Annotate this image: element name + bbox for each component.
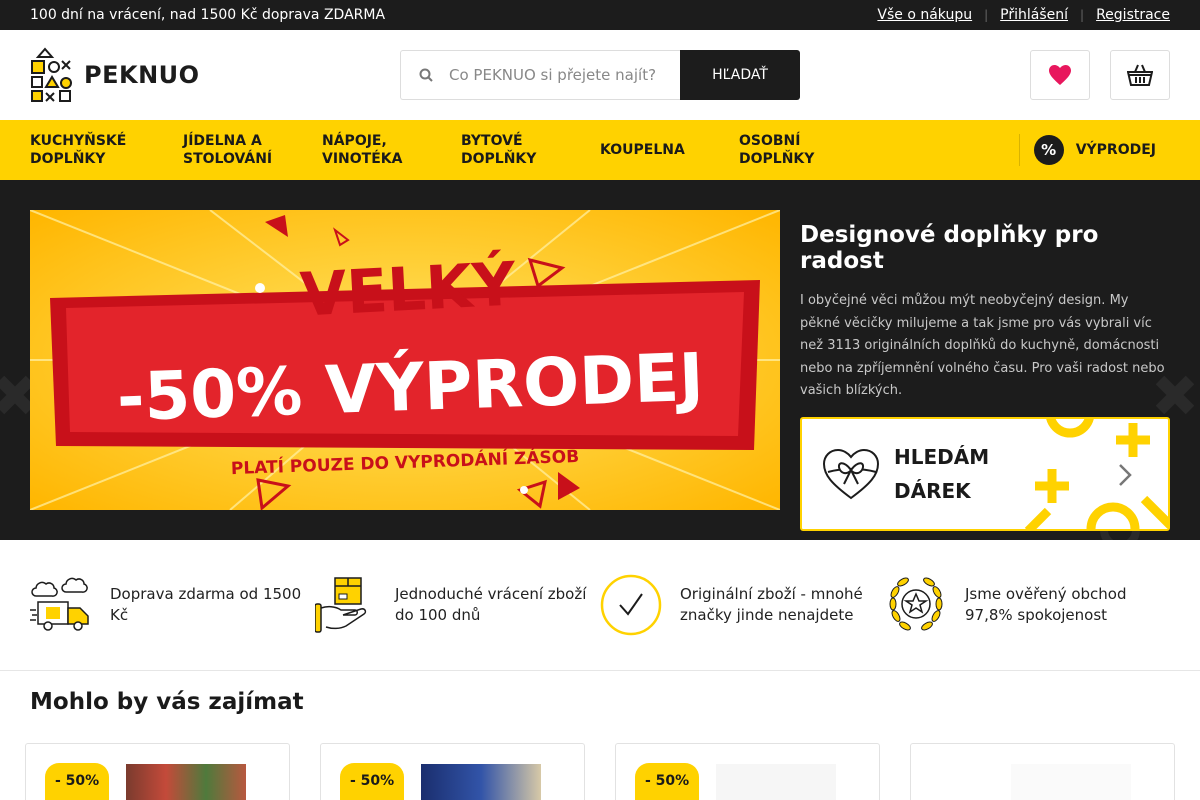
- discount-badge: - 50%: [340, 763, 405, 800]
- sale-label: VÝPRODEJ: [1075, 142, 1156, 158]
- about-shopping-link[interactable]: Vše o nákupu: [877, 7, 972, 23]
- product-image: [126, 764, 246, 800]
- hero-section: VELKÝ -50% VÝPRODEJ PLATÍ POUZE DO VYPRO…: [0, 180, 1200, 540]
- product-card[interactable]: - 50%: [320, 743, 585, 800]
- return-box-icon: [315, 574, 377, 636]
- gift-finder-card[interactable]: HLEDÁM DÁREK: [800, 416, 1170, 531]
- nav-item-kitchen[interactable]: KUCHYŇSKÉ DOPLŇKY: [30, 132, 140, 168]
- checkmark-icon: [600, 574, 662, 636]
- site-header: PEKNUO HĽADAŤ: [0, 30, 1200, 120]
- main-nav: KUCHYŇSKÉ DOPLŇKY JÍDELNA A STOLOVÁNÍ NÁ…: [0, 120, 1200, 180]
- wishlist-button[interactable]: [1030, 50, 1090, 100]
- top-links: Vše o nákupu | Přihlášení | Registrace: [877, 7, 1170, 23]
- product-list: - 50% - 50% - 50%: [0, 715, 1200, 800]
- benefit-text: Jednoduché vrácení zboží do 100 dnů: [395, 585, 587, 624]
- product-card[interactable]: [910, 743, 1175, 800]
- benefit-verified-shop: Jsme ověřený obchod 97,8% spokojenost: [885, 574, 1170, 636]
- nav-item-bathroom[interactable]: KOUPELNA: [600, 141, 710, 159]
- product-image: [1011, 764, 1131, 800]
- section-title: Mohlo by vás zajímat: [30, 689, 304, 715]
- promo-text: 100 dní na vrácení, nad 1500 Kč doprava …: [30, 7, 386, 23]
- hero-intro: Designové doplňky pro radost I obyčejné …: [800, 210, 1170, 531]
- search-input[interactable]: [449, 66, 669, 84]
- nav-item-sale[interactable]: % VÝPRODEJ: [1018, 134, 1156, 166]
- search-box[interactable]: [400, 50, 680, 100]
- product-image: [716, 764, 836, 800]
- logo-text: PEKNUO: [84, 61, 200, 89]
- delivery-truck-icon: [30, 574, 92, 636]
- banner-line-1: VELKÝ: [298, 247, 519, 330]
- discount-badge: - 50%: [635, 763, 700, 800]
- gift-finder-label: HLEDÁM DÁREK: [894, 444, 990, 503]
- search-button[interactable]: HĽADAŤ: [680, 50, 800, 100]
- nav-item-personal[interactable]: OSOBNÍ DOPLŇKY: [739, 132, 849, 168]
- chevron-right-icon: [1119, 463, 1132, 486]
- benefit-original-goods: Originální zboží - mnohé značky jinde ne…: [600, 574, 885, 636]
- nav-item-dining[interactable]: JÍDELNA A STOLOVÁNÍ: [183, 132, 293, 168]
- banner-graphic: VELKÝ -50% VÝPRODEJ PLATÍ POUZE DO VYPRO…: [30, 210, 780, 510]
- basket-icon: [1127, 64, 1153, 86]
- search-icon: [419, 68, 433, 82]
- gift-heart-icon: [822, 448, 880, 499]
- register-link[interactable]: Registrace: [1096, 7, 1170, 23]
- benefits-bar: Doprava zdarma od 1500 Kč Jednoduché vrá…: [0, 540, 1200, 671]
- logo-icon: [31, 47, 72, 102]
- divider: |: [1080, 8, 1085, 22]
- benefit-free-shipping: Doprava zdarma od 1500 Kč: [30, 574, 315, 636]
- benefit-easy-returns: Jednoduché vrácení zboží do 100 dnů: [315, 574, 600, 636]
- benefit-text: Doprava zdarma od 1500 Kč: [110, 585, 302, 624]
- benefit-text: Jsme ověřený obchod 97,8% spokojenost: [965, 585, 1127, 624]
- hero-description: I obyčejné věci můžou mýt neobyčejný des…: [800, 293, 1165, 398]
- product-card[interactable]: - 50%: [615, 743, 880, 800]
- divider: |: [984, 8, 989, 22]
- top-bar: 100 dní na vrácení, nad 1500 Kč doprava …: [0, 0, 1200, 30]
- award-star-icon: [885, 574, 947, 636]
- benefit-text: Originální zboží - mnohé značky jinde ne…: [680, 585, 863, 624]
- sale-banner[interactable]: VELKÝ -50% VÝPRODEJ PLATÍ POUZE DO VYPRO…: [30, 210, 780, 510]
- login-link[interactable]: Přihlášení: [1000, 7, 1068, 23]
- product-image: [421, 764, 541, 800]
- percent-icon: %: [1033, 135, 1064, 165]
- nav-item-home[interactable]: BYTOVÉ DOPLŇKY: [461, 132, 571, 168]
- gift-card-pattern: [1024, 418, 1168, 529]
- discount-badge: - 50%: [45, 763, 110, 800]
- product-card[interactable]: - 50%: [25, 743, 290, 800]
- nav-item-drinks[interactable]: NÁPOJE, VINOTÉKA: [322, 132, 432, 168]
- logo[interactable]: PEKNUO: [30, 47, 200, 103]
- heart-icon: [1049, 65, 1071, 85]
- hero-title: Designové doplňky pro radost: [800, 222, 1099, 274]
- search-form: HĽADAŤ: [400, 50, 800, 100]
- cart-button[interactable]: [1110, 50, 1170, 100]
